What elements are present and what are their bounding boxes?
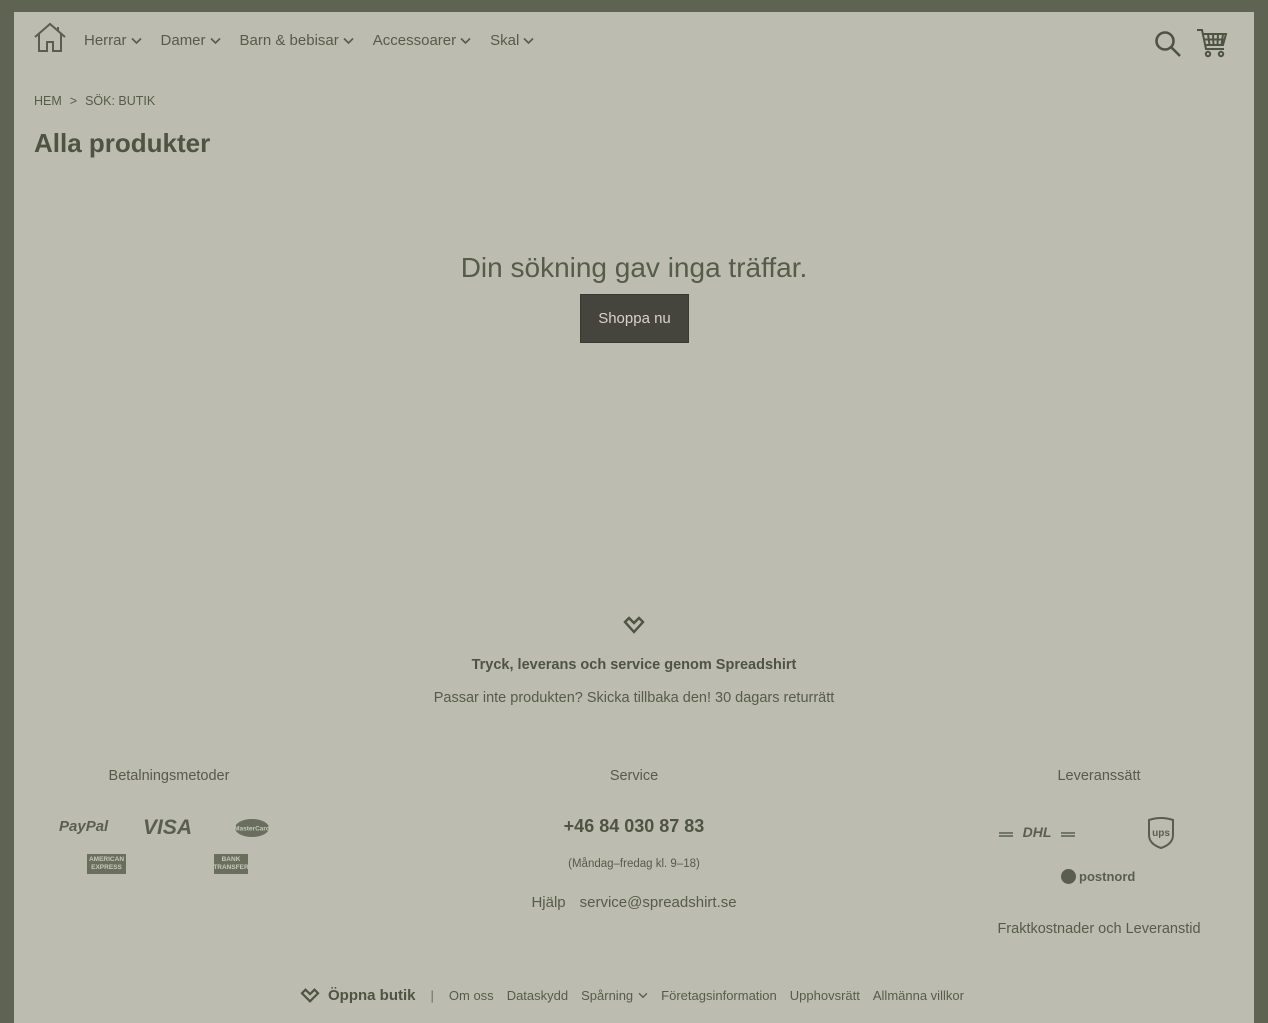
open-shop-link[interactable]: Öppna butik <box>300 987 416 1004</box>
breadcrumb-home[interactable]: HEM <box>34 94 62 108</box>
postnord-logo: postnord <box>1061 869 1135 884</box>
open-shop-label: Öppna butik <box>328 987 416 1004</box>
postnord-text: postnord <box>1079 869 1136 884</box>
search-icon[interactable] <box>1154 30 1182 58</box>
chevron-down-icon <box>343 37 354 44</box>
footer-bar: Öppna butik | Om oss Dataskydd Spårning … <box>300 987 977 1004</box>
nav-label: Barn & bebisar <box>239 32 339 49</box>
amex-text-2: EXPRESS <box>91 864 122 871</box>
nav-item-accessoarer[interactable]: Accessoarer <box>373 32 471 49</box>
footer-link-dataskydd[interactable]: Dataskydd <box>507 988 568 1003</box>
footer-link-om-oss[interactable]: Om oss <box>449 988 494 1003</box>
return-policy-text: Passar inte produkten? Skicka tillbaka d… <box>433 690 835 706</box>
footer-link-sparning[interactable]: Spårning <box>581 988 648 1003</box>
nav-label: Skal <box>490 32 520 49</box>
dhl-text: DHL <box>1023 824 1052 840</box>
chevron-down-icon <box>638 992 648 999</box>
chevron-down-icon <box>523 37 534 44</box>
visa-logo: VISA <box>143 816 193 839</box>
footer-link-foretagsinformation[interactable]: Företagsinformation <box>661 988 777 1003</box>
nav-label: Herrar <box>84 32 127 49</box>
breadcrumb-current: SÖK: BUTIK <box>85 94 156 108</box>
nav-item-damer[interactable]: Damer <box>161 32 221 49</box>
footer-link-upphovsratt[interactable]: Upphovsrätt <box>790 988 860 1003</box>
bank-text-1: BANK <box>221 856 241 863</box>
chevron-down-icon <box>130 37 142 44</box>
service-email-link[interactable]: service@spreadshirt.se <box>580 894 737 911</box>
bank-text-2: TRANSFER <box>213 864 249 871</box>
delivery-title: Leveranssätt <box>1057 768 1141 784</box>
service-phone[interactable]: +46 84 030 87 83 <box>534 816 734 837</box>
ups-logo: ups <box>1148 817 1174 849</box>
amex-logo: AMERICAN EXPRESS <box>87 854 126 874</box>
nav-label: Accessoarer <box>372 32 457 49</box>
no-results-message: Din sökning gav inga träffar. <box>460 252 808 283</box>
breadcrumb: HEM > SÖK: BUTIK <box>34 94 155 108</box>
footer-link-sparning-label: Spårning <box>581 988 634 1003</box>
footer-separator: | <box>430 988 434 1003</box>
spreadshirt-logo-icon <box>300 988 320 1003</box>
amex-text-1: AMERICAN <box>88 856 125 863</box>
page: Herrar Damer Barn & bebisar Accessoarer … <box>14 12 1254 1023</box>
home-icon[interactable] <box>33 22 67 54</box>
nav-label: Damer <box>160 32 206 49</box>
service-title: Service <box>609 768 659 784</box>
footer-link-allmanna-villkor[interactable]: Allmänna villkor <box>873 988 964 1003</box>
nav-item-herrar[interactable]: Herrar <box>84 32 142 49</box>
ups-text: ups <box>1152 828 1170 839</box>
service-links: Hjälp service@spreadshirt.se <box>531 894 737 911</box>
chevron-down-icon <box>209 37 221 44</box>
main-nav: Herrar Damer Barn & bebisar Accessoarer … <box>84 32 553 49</box>
nav-item-barn-bebisar[interactable]: Barn & bebisar <box>240 32 354 49</box>
page-title: Alla produkter <box>34 128 211 158</box>
cart-icon[interactable] <box>1196 28 1228 58</box>
postnord-icon <box>1061 869 1076 884</box>
help-link[interactable]: Hjälp <box>531 894 565 911</box>
spreadshirt-logo-icon <box>623 616 645 634</box>
chevron-down-icon <box>460 37 471 44</box>
promo-tagline: Tryck, leverans och service genom Spread… <box>471 657 797 673</box>
mastercard-logo: MasterCard <box>234 818 270 838</box>
shop-now-button[interactable]: Shoppa nu <box>580 294 689 343</box>
mastercard-text: MasterCard <box>234 826 270 833</box>
breadcrumb-separator: > <box>69 94 78 108</box>
payments-title: Betalningsmetoder <box>108 768 230 784</box>
nav-item-skal[interactable]: Skal <box>490 32 534 49</box>
bank-transfer-logo: BANK TRANSFER <box>213 854 249 874</box>
paypal-logo: PayPal <box>59 818 109 835</box>
dhl-logo: DHL <box>999 824 1075 840</box>
shipping-costs-link[interactable]: Fraktkostnader och Leveranstid <box>979 921 1219 937</box>
service-hours: (Måndag–fredag kl. 9–18) <box>568 858 700 870</box>
